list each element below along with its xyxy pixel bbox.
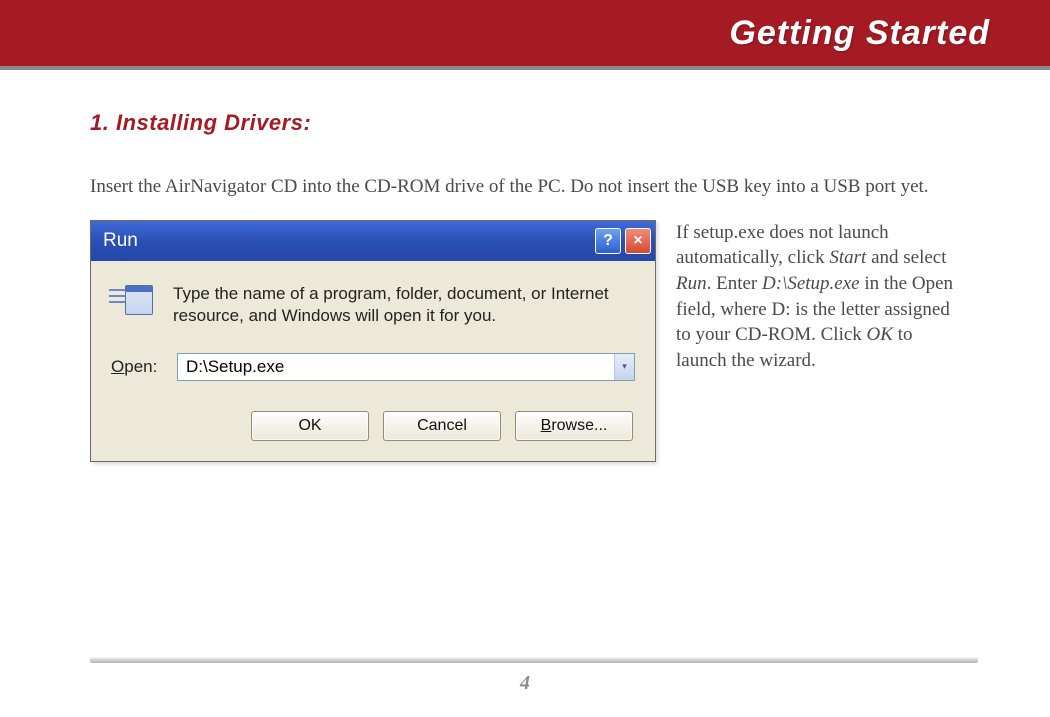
- help-button[interactable]: ?: [595, 228, 621, 254]
- open-input[interactable]: [178, 354, 614, 380]
- run-dialog: Run ? ×: [90, 220, 656, 462]
- run-icon: [111, 285, 155, 321]
- dialog-prompt: Type the name of a program, folder, docu…: [173, 283, 635, 327]
- help-icon: ?: [603, 232, 613, 250]
- open-combobox[interactable]: ▾: [177, 353, 635, 381]
- manual-page: Getting Started 1. Installing Drivers: I…: [0, 0, 1050, 717]
- intro-paragraph: Insert the AirNavigator CD into the CD-R…: [90, 174, 970, 200]
- close-icon: ×: [633, 232, 642, 250]
- dropdown-button[interactable]: ▾: [614, 354, 634, 380]
- section-heading: 1. Installing Drivers:: [90, 110, 978, 136]
- ok-button[interactable]: OK: [251, 411, 369, 441]
- header-band: Getting Started: [0, 0, 1050, 70]
- dialog-body-top: Type the name of a program, folder, docu…: [111, 283, 635, 327]
- dialog-button-row: OK Cancel Browse...: [111, 411, 635, 441]
- titlebar-title: Run: [103, 230, 591, 252]
- close-button[interactable]: ×: [625, 228, 651, 254]
- chevron-down-icon: ▾: [622, 361, 627, 372]
- side-paragraph: If setup.exe does not launch automatical…: [676, 220, 966, 462]
- footer-rule: [90, 657, 978, 663]
- run-dialog-screenshot: Run ? ×: [90, 220, 656, 462]
- header-title: Getting Started: [729, 14, 990, 53]
- page-number: 4: [0, 672, 1050, 695]
- titlebar[interactable]: Run ? ×: [91, 221, 655, 261]
- figure-and-text-row: Run ? ×: [90, 220, 978, 462]
- cancel-button[interactable]: Cancel: [383, 411, 501, 441]
- open-row: Open: ▾: [111, 353, 635, 381]
- dialog-body: Type the name of a program, folder, docu…: [91, 261, 655, 461]
- content-area: 1. Installing Drivers: Insert the AirNav…: [0, 70, 1050, 462]
- browse-button[interactable]: Browse...: [515, 411, 633, 441]
- open-label: Open:: [111, 357, 165, 377]
